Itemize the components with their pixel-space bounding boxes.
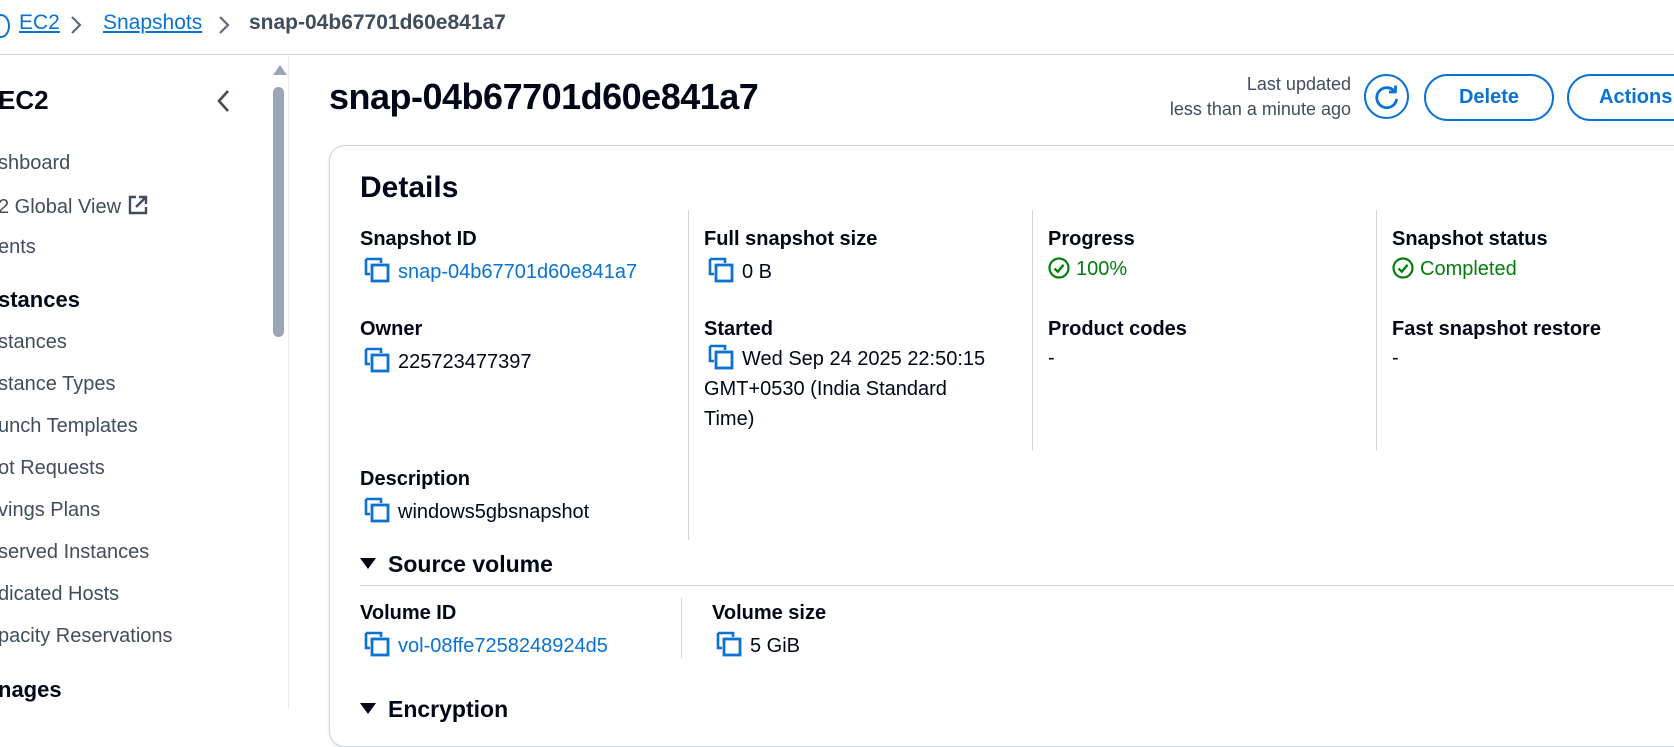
sidebar-item-dashboard[interactable]: shboard	[0, 152, 70, 175]
progress-label: Progress	[1048, 228, 1135, 250]
product-codes-label: Product codes	[1048, 318, 1187, 340]
volume-id-text[interactable]: vol-08ffe7258248924d5	[398, 635, 608, 657]
sidebar-item-dedicated-hosts[interactable]: dicated Hosts	[0, 583, 119, 606]
description-value: windows5gbsnapshot	[364, 497, 589, 524]
refresh-icon	[1374, 85, 1398, 109]
product-codes-value: -	[1048, 347, 1055, 369]
owner-label: Owner	[360, 318, 423, 340]
volume-size-label: Volume size	[712, 602, 827, 624]
volume-id-value: vol-08ffe7258248924d5	[364, 631, 608, 658]
breadcrumb: EC2 Snapshots snap-04b67701d60e841a7	[0, 0, 1674, 55]
check-circle-icon	[1392, 257, 1414, 279]
copy-icon[interactable]	[708, 344, 734, 370]
description-text: windows5gbsnapshot	[398, 501, 590, 523]
started-value: Wed Sep 24 2025 22:50:15 GMT+0530 (India…	[704, 344, 1004, 434]
full-snapshot-size-label: Full snapshot size	[704, 228, 878, 250]
sidebar-item-spot-requests[interactable]: ot Requests	[0, 457, 105, 480]
sidebar-item-global-view[interactable]: 2 Global View	[0, 194, 149, 219]
sidebar-scrollbar[interactable]	[271, 65, 287, 709]
copy-icon[interactable]	[716, 631, 742, 657]
scroll-up-arrow-icon[interactable]	[273, 65, 287, 75]
chevron-right-icon	[71, 16, 82, 34]
sidebar-title: EC2	[0, 85, 49, 115]
delete-button[interactable]: Delete	[1424, 74, 1554, 121]
column-divider	[1376, 210, 1377, 450]
progress-value: 100%	[1048, 257, 1127, 281]
snapshot-status-text: Completed	[1420, 258, 1517, 280]
last-updated-value: less than a minute ago	[1169, 99, 1351, 119]
sidebar-item-events[interactable]: ents	[0, 236, 36, 259]
started-label: Started	[704, 318, 773, 340]
started-line-2: GMT+0530 (India Standard	[704, 378, 947, 400]
snapshot-id-value: snap-04b67701d60e841a7	[364, 257, 637, 284]
volume-size-value: 5 GiB	[716, 631, 800, 658]
copy-icon[interactable]	[364, 631, 390, 657]
sidebar-item-capacity-reservations[interactable]: pacity Reservations	[0, 625, 173, 648]
copy-icon[interactable]	[364, 257, 390, 283]
caret-down-icon	[360, 558, 376, 569]
chevron-right-icon	[219, 16, 230, 34]
column-divider	[1032, 210, 1033, 450]
last-updated: Last updated less than a minute ago	[1170, 72, 1351, 122]
breadcrumb-home-icon[interactable]	[0, 14, 10, 38]
source-volume-toggle[interactable]: Source volume	[360, 551, 553, 578]
column-divider	[681, 598, 682, 658]
copy-icon[interactable]	[364, 347, 390, 373]
breadcrumb-ec2-link[interactable]: EC2	[19, 11, 60, 35]
section-divider	[360, 585, 1674, 586]
snapshot-id-text[interactable]: snap-04b67701d60e841a7	[398, 261, 637, 283]
collapse-sidebar-icon[interactable]	[212, 85, 236, 117]
sidebar-item-label: 2 Global View	[0, 196, 122, 218]
volume-id-label: Volume ID	[360, 602, 457, 624]
sidebar-item-savings-plans[interactable]: vings Plans	[0, 499, 100, 522]
source-volume-title: Source volume	[388, 551, 553, 577]
full-snapshot-size-text: 0 B	[742, 261, 773, 283]
sidebar-item-launch-templates[interactable]: unch Templates	[0, 415, 138, 438]
page-title: snap-04b67701d60e841a7	[329, 76, 759, 117]
snapshot-id-label: Snapshot ID	[360, 228, 477, 250]
progress-text: 100%	[1076, 258, 1128, 280]
fast-snapshot-restore-label: Fast snapshot restore	[1392, 318, 1601, 340]
sidebar-item-instances[interactable]: stances	[0, 331, 67, 354]
snapshot-status-label: Snapshot status	[1392, 228, 1548, 250]
copy-icon[interactable]	[708, 257, 734, 283]
refresh-button[interactable]	[1364, 74, 1409, 119]
last-updated-label: Last updated	[1246, 74, 1351, 94]
side-navigation: EC2 shboard 2 Global View ents stances s…	[0, 55, 289, 709]
full-snapshot-size-value: 0 B	[708, 257, 772, 284]
owner-text: 225723477397	[398, 351, 532, 373]
started-line-1: Wed Sep 24 2025 22:50:15	[742, 348, 986, 370]
sidebar-item-reserved-instances[interactable]: served Instances	[0, 541, 149, 564]
column-divider	[688, 210, 689, 540]
scrollbar-thumb[interactable]	[273, 87, 284, 337]
external-link-icon	[128, 195, 148, 215]
volume-size-text: 5 GiB	[750, 635, 801, 657]
check-circle-icon	[1048, 257, 1070, 279]
breadcrumb-current: snap-04b67701d60e841a7	[249, 11, 506, 34]
snapshot-status-value: Completed	[1392, 257, 1517, 281]
sidebar-item-instance-types[interactable]: stance Types	[0, 373, 115, 396]
details-title: Details	[360, 171, 459, 204]
encryption-toggle[interactable]: Encryption	[360, 696, 508, 723]
copy-icon[interactable]	[364, 497, 390, 523]
description-label: Description	[360, 468, 471, 490]
started-line-3: Time)	[704, 408, 755, 430]
sidebar-section-instances: stances	[0, 287, 80, 312]
fast-snapshot-restore-value: -	[1392, 347, 1399, 369]
encryption-title: Encryption	[388, 696, 509, 722]
sidebar-section-images: nages	[0, 677, 62, 702]
owner-value: 225723477397	[364, 347, 531, 374]
breadcrumb-snapshots-link[interactable]: Snapshots	[103, 11, 202, 35]
actions-button[interactable]: Actions	[1567, 74, 1674, 121]
